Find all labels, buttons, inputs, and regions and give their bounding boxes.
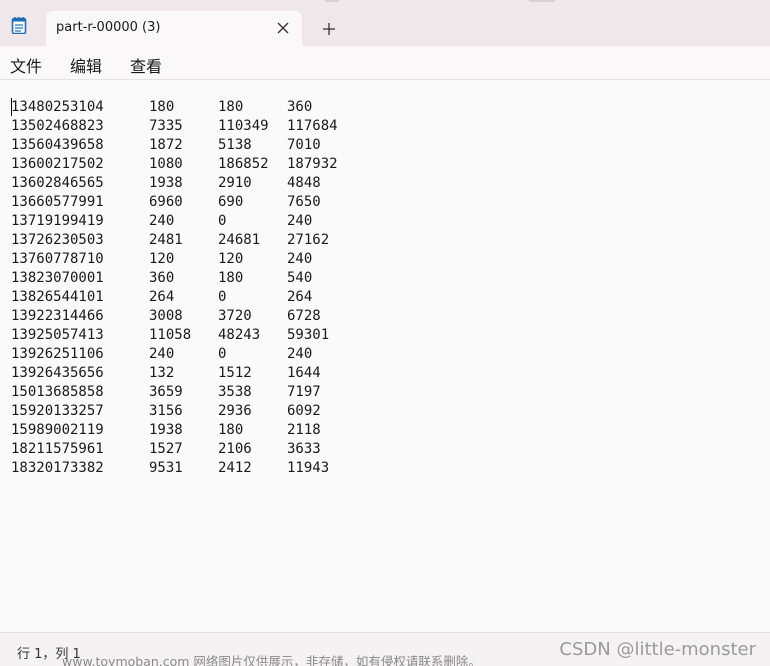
text-cell: 15989002119	[11, 422, 104, 438]
text-cell: 24681	[218, 232, 261, 248]
text-cell: 13719199419	[11, 213, 104, 229]
text-cell: 13602846565	[11, 175, 104, 191]
text-cell: 186852	[218, 156, 269, 172]
text-cell: 6092	[287, 403, 321, 419]
text-cell: 360	[287, 99, 313, 115]
menu-view[interactable]: 查看	[130, 53, 162, 77]
text-cell: 13760778710	[11, 251, 104, 267]
text-cell: 120	[149, 251, 175, 267]
text-cell: 1644	[287, 365, 321, 381]
text-cell: 2936	[218, 403, 252, 419]
text-cell: 2910	[218, 175, 252, 191]
text-cell: 13823070001	[11, 270, 104, 286]
text-cell: 3008	[149, 308, 183, 324]
text-cell: 3633	[287, 441, 321, 457]
text-cell: 9531	[149, 460, 183, 476]
watermark-author: CSDN @little-monster	[559, 639, 756, 660]
text-cell: 7335	[149, 118, 183, 134]
text-cell: 240	[287, 346, 313, 362]
text-cell: 0	[218, 346, 227, 362]
text-editor[interactable]: 13480253104 180 180 360 13502468823 7335 11034…	[0, 81, 770, 632]
text-cell: 13600217502	[11, 156, 104, 172]
text-cell: 110349	[218, 118, 269, 134]
text-cell: 3720	[218, 308, 252, 324]
text-cell: 1938	[149, 175, 183, 191]
text-cell: 7650	[287, 194, 321, 210]
text-cell: 6960	[149, 194, 183, 210]
text-cell: 132	[149, 365, 175, 381]
text-cell: 13560439658	[11, 137, 104, 153]
text-cell: 264	[287, 289, 313, 305]
plus-icon[interactable]	[319, 19, 339, 39]
text-cell: 13480253104	[11, 99, 104, 115]
text-cell: 2412	[218, 460, 252, 476]
text-cell: 7010	[287, 137, 321, 153]
text-cell: 1080	[149, 156, 183, 172]
text-cell: 13922314466	[11, 308, 104, 324]
text-cell: 180	[218, 99, 244, 115]
text-cell: 1872	[149, 137, 183, 153]
title-decoration	[529, 0, 555, 2]
text-cell: 13726230503	[11, 232, 104, 248]
text-cell: 2118	[287, 422, 321, 438]
text-cell: 2481	[149, 232, 183, 248]
watermark-text: www.toymoban.com 网络图片仅供展示，非存储，如有侵权请联系删除。	[62, 654, 481, 666]
text-cell: 5138	[218, 137, 252, 153]
text-cell: 117684	[287, 118, 338, 134]
close-icon[interactable]	[272, 17, 294, 39]
text-cell: 187932	[287, 156, 338, 172]
text-cell: 13826544101	[11, 289, 104, 305]
text-cell: 2106	[218, 441, 252, 457]
text-cell: 59301	[287, 327, 330, 343]
title-decoration	[325, 0, 339, 2]
text-cell: 180	[149, 99, 175, 115]
text-cell: 11058	[149, 327, 192, 343]
text-cell: 240	[149, 346, 175, 362]
text-cell: 6728	[287, 308, 321, 324]
text-cell: 0	[218, 213, 227, 229]
text-cell: 180	[218, 422, 244, 438]
text-cell: 13926251106	[11, 346, 104, 362]
text-cell: 3156	[149, 403, 183, 419]
text-caret	[11, 98, 12, 116]
text-cell: 3659	[149, 384, 183, 400]
text-cell: 240	[287, 213, 313, 229]
menu-bar: 文件 编辑 查看	[0, 46, 770, 80]
text-cell: 264	[149, 289, 175, 305]
menu-edit[interactable]: 编辑	[70, 53, 102, 77]
text-cell: 13925057413	[11, 327, 104, 343]
text-cell: 13502468823	[11, 118, 104, 134]
text-cell: 13926435656	[11, 365, 104, 381]
text-cell: 1938	[149, 422, 183, 438]
text-cell: 18320173382	[11, 460, 104, 476]
text-cell: 15920133257	[11, 403, 104, 419]
text-cell: 18211575961	[11, 441, 104, 457]
text-cell: 120	[218, 251, 244, 267]
text-cell: 3538	[218, 384, 252, 400]
text-cell: 240	[287, 251, 313, 267]
text-cell: 0	[218, 289, 227, 305]
notepad-icon	[11, 16, 27, 35]
title-bar: part-r-00000 (3)	[0, 0, 770, 46]
text-cell: 1527	[149, 441, 183, 457]
text-cell: 15013685858	[11, 384, 104, 400]
text-cell: 360	[149, 270, 175, 286]
text-cell: 11943	[287, 460, 330, 476]
tab-document[interactable]: part-r-00000 (3)	[46, 11, 302, 46]
text-cell: 13660577991	[11, 194, 104, 210]
text-cell: 1512	[218, 365, 252, 381]
text-cell: 27162	[287, 232, 330, 248]
text-cell: 540	[287, 270, 313, 286]
menu-file[interactable]: 文件	[10, 53, 42, 77]
status-bar: 行 1，列 1 www.toymoban.com 网络图片仅供展示，非存储，如有…	[0, 632, 770, 666]
text-cell: 4848	[287, 175, 321, 191]
text-cell: 180	[218, 270, 244, 286]
text-cell: 690	[218, 194, 244, 210]
text-cell: 48243	[218, 327, 261, 343]
text-cell: 7197	[287, 384, 321, 400]
text-cell: 240	[149, 213, 175, 229]
tab-title: part-r-00000 (3)	[56, 20, 161, 35]
